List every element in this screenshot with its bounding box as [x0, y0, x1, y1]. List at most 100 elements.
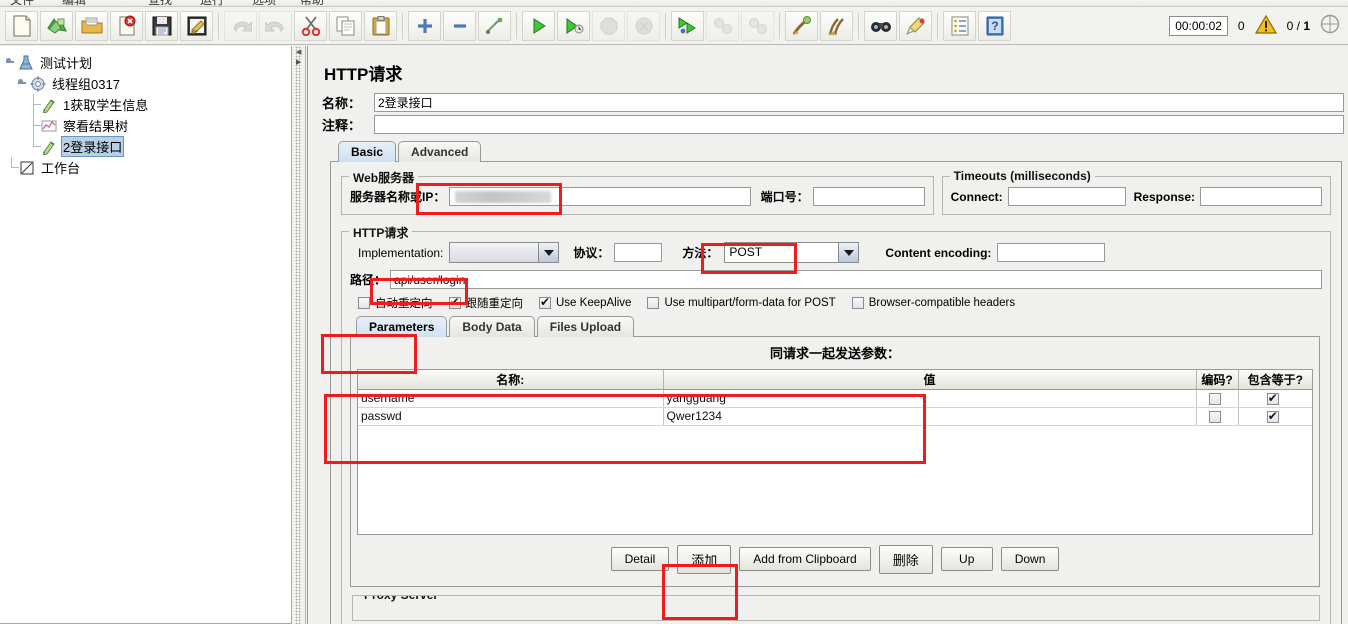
remote-start-all-icon[interactable] [671, 10, 704, 41]
tab-advanced[interactable]: Advanced [398, 141, 482, 162]
delete-button[interactable]: 删除 [878, 544, 933, 574]
column-header-value[interactable]: 值 [663, 370, 1197, 390]
checkbox-box-icon[interactable] [851, 297, 864, 309]
checkbox-auto-redirect[interactable]: 自动重定向 [358, 295, 433, 311]
templates-icon[interactable] [40, 10, 73, 41]
chevron-down-icon[interactable] [838, 243, 859, 262]
checkbox-browser-compatible-headers[interactable]: Browser-compatible headers [851, 297, 1015, 309]
add-from-clipboard-button[interactable]: Add from Clipboard [739, 547, 871, 571]
toggle-icon[interactable] [478, 10, 511, 41]
split-collapse-left-icon[interactable]: ◀ [296, 48, 301, 56]
shutdown-icon[interactable] [627, 10, 660, 41]
start-icon[interactable] [522, 10, 555, 41]
expand-handle-icon[interactable] [6, 57, 17, 68]
remote-stop-all-icon[interactable] [706, 10, 739, 41]
collapse-all-icon[interactable] [443, 10, 476, 41]
copy-icon[interactable] [329, 10, 362, 41]
cell-param-name[interactable]: passwd [358, 407, 664, 426]
up-button[interactable]: Up [940, 547, 993, 571]
tree-node-thread-group[interactable]: 线程组0317 [4, 73, 291, 94]
menu-item-edit[interactable]: 编辑 [62, 0, 86, 6]
tree-node-http-sampler-2[interactable]: 2登录接口 [4, 136, 291, 157]
menu-item-options[interactable]: 选项 [252, 0, 276, 6]
remote-shutdown-all-icon[interactable] [741, 10, 774, 41]
cell-param-encode[interactable] [1196, 389, 1239, 408]
detail-button[interactable]: Detail [610, 547, 670, 571]
implementation-combobox[interactable] [449, 242, 560, 263]
warning-triangle-icon[interactable] [1254, 14, 1277, 37]
tree-node-test-plan[interactable]: 测试计划 [4, 52, 291, 73]
path-input[interactable] [390, 270, 1322, 289]
cell-param-value[interactable]: yangguang [663, 389, 1197, 408]
open-icon[interactable] [75, 10, 108, 41]
save-as-icon[interactable] [180, 10, 213, 41]
add-button[interactable]: 添加 [677, 544, 732, 574]
checkbox-box-icon[interactable] [1208, 392, 1221, 405]
chevron-down-icon[interactable] [538, 243, 559, 262]
content-encoding-input[interactable] [997, 243, 1106, 262]
stop-icon[interactable] [592, 10, 625, 41]
checkbox-box-icon[interactable] [1266, 391, 1279, 405]
port-input[interactable] [812, 187, 925, 206]
tab-files-upload[interactable]: Files Upload [536, 316, 635, 337]
redo-icon[interactable] [259, 10, 292, 41]
start-no-timers-icon[interactable] [557, 10, 590, 41]
table-row[interactable]: passwd Qwer1234 [358, 407, 1312, 426]
save-icon[interactable] [145, 10, 178, 41]
checkbox-use-keepalive[interactable]: Use KeepAlive [539, 295, 631, 309]
column-header-include-equals[interactable]: 包含等于? [1238, 370, 1312, 390]
menu-item-run[interactable]: 运行 [200, 0, 224, 6]
tab-body-data[interactable]: Body Data [449, 316, 535, 337]
cut-icon[interactable] [294, 10, 327, 41]
checkbox-use-multipart[interactable]: Use multipart/form-data for POST [647, 297, 836, 309]
paste-icon[interactable] [364, 10, 397, 41]
search-reset-icon[interactable] [899, 10, 932, 41]
cell-param-value[interactable]: Qwer1234 [663, 407, 1197, 426]
menu-item-file[interactable]: 文件 [10, 0, 34, 6]
tree-node-http-sampler-1[interactable]: 1获取学生信息 [4, 94, 291, 115]
split-collapse-right-icon[interactable]: ▶ [296, 58, 301, 66]
close-icon[interactable] [110, 10, 143, 41]
cell-param-include-equals[interactable] [1238, 389, 1312, 408]
undo-icon[interactable] [224, 10, 257, 41]
table-row[interactable]: username yangguang [358, 389, 1312, 408]
tab-parameters[interactable]: Parameters [356, 316, 448, 337]
tree-node-view-results-tree[interactable]: 察看结果树 [4, 115, 291, 136]
parameters-table-empty-area[interactable] [358, 425, 1312, 534]
checkbox-box-icon[interactable] [448, 295, 461, 309]
checkbox-box-icon[interactable] [647, 297, 660, 309]
menu-item-help[interactable]: 帮助 [300, 0, 324, 6]
menu-item-search[interactable]: 查找 [148, 0, 172, 6]
cell-param-include-equals[interactable] [1238, 407, 1312, 426]
test-plan-tree[interactable]: 测试计划 线程组0317 1获取学生信息 察看结果树 2登录接口 工作台 [0, 46, 291, 178]
protocol-input[interactable] [614, 243, 663, 262]
new-test-plan-icon[interactable] [5, 10, 38, 41]
checkbox-box-icon[interactable] [358, 297, 370, 309]
name-input[interactable] [374, 93, 1344, 112]
column-header-name[interactable]: 名称: [358, 370, 664, 390]
response-timeout-input[interactable] [1200, 187, 1322, 206]
checkbox-box-icon[interactable] [1266, 409, 1279, 423]
column-header-encode[interactable]: 编码? [1196, 370, 1239, 390]
cell-param-name[interactable]: username [358, 389, 664, 408]
checkbox-box-icon[interactable] [539, 295, 551, 309]
cell-param-encode[interactable] [1196, 407, 1239, 426]
expand-handle-icon[interactable] [18, 78, 29, 89]
split-divider[interactable]: ◀ ▶ [292, 46, 306, 624]
help-icon[interactable]: ? [978, 10, 1011, 41]
comment-input[interactable] [374, 115, 1344, 134]
checkbox-follow-redirect[interactable]: 跟随重定向 [448, 295, 523, 311]
clear-icon[interactable] [785, 10, 818, 41]
search-icon[interactable] [864, 10, 897, 41]
down-button[interactable]: Down [1000, 547, 1060, 571]
parameters-table[interactable]: 名称: 值 编码? 包含等于? username yangguang ✔ pas… [358, 370, 1312, 426]
tab-basic[interactable]: Basic [338, 141, 397, 162]
clear-all-icon[interactable] [820, 10, 853, 41]
function-helper-icon[interactable] [943, 10, 976, 41]
tree-node-workbench[interactable]: 工作台 [4, 157, 291, 178]
checkbox-box-icon[interactable] [1208, 410, 1221, 423]
test-plan-tree-panel[interactable]: 测试计划 线程组0317 1获取学生信息 察看结果树 2登录接口 工作台 [0, 46, 292, 624]
expand-all-icon[interactable] [408, 10, 441, 41]
method-combobox[interactable]: POST [724, 242, 860, 263]
connect-timeout-input[interactable] [1007, 187, 1126, 206]
